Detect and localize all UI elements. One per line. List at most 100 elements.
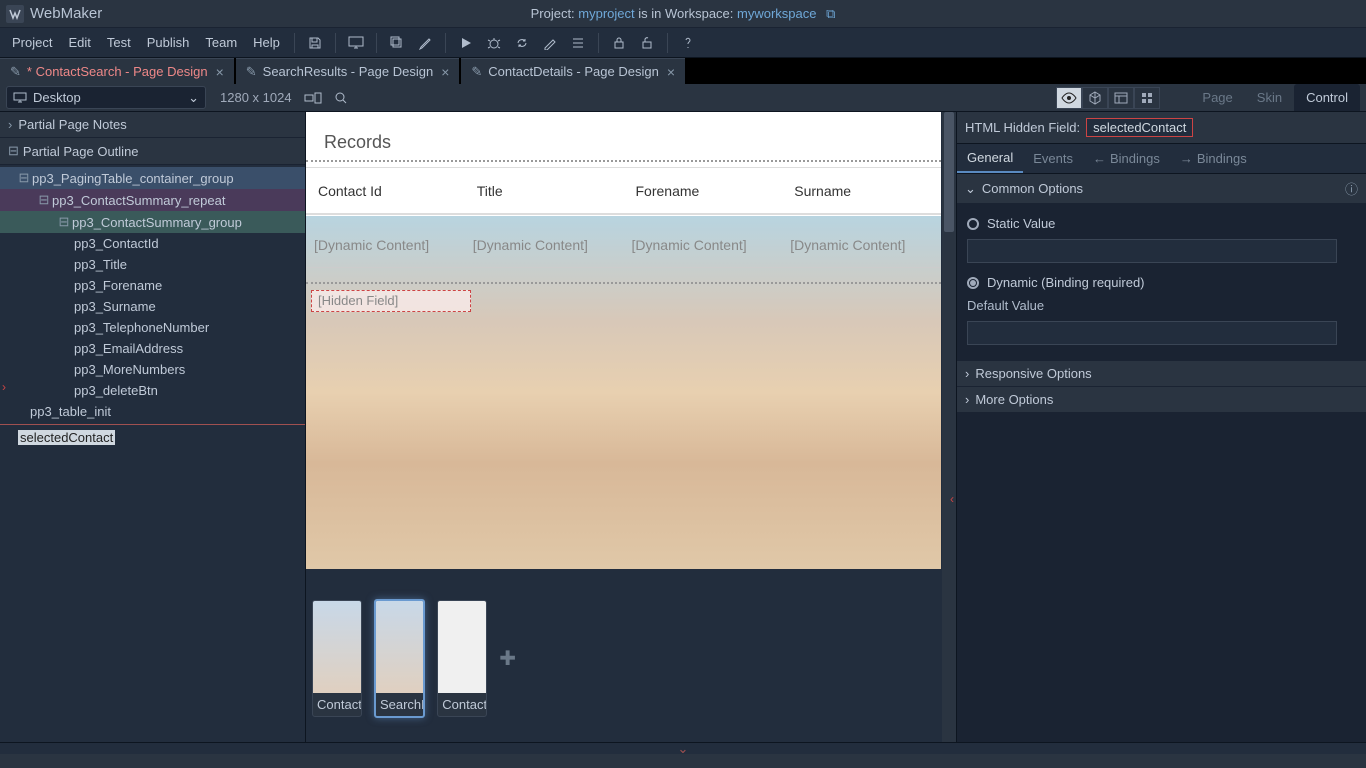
static-value-input[interactable] xyxy=(967,239,1337,263)
close-icon[interactable]: × xyxy=(667,64,675,80)
tab-events[interactable]: Events xyxy=(1023,145,1083,172)
separator xyxy=(445,33,446,53)
tree-leaf[interactable]: pp3_EmailAddress xyxy=(0,338,305,359)
close-icon[interactable]: × xyxy=(441,64,449,80)
collapse-icon[interactable]: ⊟ xyxy=(38,192,50,208)
section-common-options[interactable]: ⌄ Common Options ⓘ xyxy=(957,174,1366,204)
close-icon[interactable]: × xyxy=(216,64,224,80)
section-more-options[interactable]: › More Options xyxy=(957,387,1366,413)
device-select[interactable]: Desktop ⌄ xyxy=(6,86,206,109)
tab-contactsearch[interactable]: ✎ * ContactSearch - Page Design × xyxy=(0,58,234,84)
thumb-contactdetails[interactable]: ContactDetails xyxy=(437,600,487,717)
column-header[interactable]: Contact Id xyxy=(306,183,465,199)
radio-dynamic-value[interactable]: Dynamic (Binding required) xyxy=(967,271,1356,294)
tree-label: pp3_MoreNumbers xyxy=(74,362,185,377)
scrollbar-thumb[interactable] xyxy=(944,112,954,232)
collapse-icon[interactable]: ⊟ xyxy=(58,214,70,230)
thumb-contactsearch[interactable]: ContactSearch xyxy=(312,600,362,717)
brush-icon[interactable] xyxy=(413,31,437,55)
vertical-scrollbar[interactable] xyxy=(942,112,956,754)
menu-help[interactable]: Help xyxy=(245,31,288,54)
tab-label: Bindings xyxy=(1197,151,1247,166)
project-info[interactable]: Project: myproject is in Workspace: mywo… xyxy=(531,6,836,22)
refresh-icon[interactable] xyxy=(510,31,534,55)
chevron-right-icon: › xyxy=(965,392,969,407)
tab-contactdetails[interactable]: ✎ ContactDetails - Page Design × xyxy=(461,58,685,84)
bottom-collapse-bar[interactable]: ⌄ xyxy=(0,742,1366,754)
tab-control[interactable]: Control xyxy=(1294,84,1360,111)
section-partial-page-notes[interactable]: › Partial Page Notes xyxy=(0,112,305,138)
tree-node-table-init[interactable]: pp3_table_init xyxy=(0,401,305,422)
layout-guide xyxy=(306,282,941,284)
view-3d-icon[interactable] xyxy=(1082,87,1108,109)
section-partial-page-outline[interactable]: ⊟ Partial Page Outline xyxy=(0,138,305,165)
view-grid-icon[interactable] xyxy=(1134,87,1160,109)
monitor-icon[interactable] xyxy=(344,31,368,55)
debug-icon[interactable] xyxy=(482,31,506,55)
document-tab-bar: ✎ * ContactSearch - Page Design × ✎ Sear… xyxy=(0,58,1366,84)
list-icon[interactable] xyxy=(566,31,590,55)
column-header[interactable]: Forename xyxy=(624,183,783,199)
design-surface[interactable]: Records Contact Id Title Forename Surnam… xyxy=(306,112,941,569)
add-page-icon[interactable]: ✚ xyxy=(499,646,516,671)
tree-label: pp3_Surname xyxy=(74,299,156,314)
tab-skin[interactable]: Skin xyxy=(1245,84,1294,111)
radio-icon[interactable] xyxy=(967,277,979,289)
tree-leaf[interactable]: pp3_Forename xyxy=(0,275,305,296)
default-value-input[interactable] xyxy=(967,321,1337,345)
arrow-left-icon: ← xyxy=(1093,151,1106,166)
radio-static-value[interactable]: Static Value xyxy=(967,212,1356,235)
tree-node-container-group[interactable]: ⊟pp3_PagingTable_container_group xyxy=(0,167,305,189)
outline-tree: ⊟pp3_PagingTable_container_group ⊟pp3_Co… xyxy=(0,165,305,450)
tree-leaf[interactable]: pp3_TelephoneNumber xyxy=(0,317,305,338)
tree-node-selected-contact[interactable]: selectedContact xyxy=(0,427,305,448)
tab-bindings-out[interactable]: → Bindings xyxy=(1170,145,1257,172)
play-icon[interactable] xyxy=(454,31,478,55)
tree-leaf[interactable]: pp3_Surname xyxy=(0,296,305,317)
tree-leaf[interactable]: pp3_Title xyxy=(0,254,305,275)
section-responsive-options[interactable]: › Responsive Options xyxy=(957,361,1366,387)
tab-bindings-in[interactable]: ←Bindings xyxy=(1083,145,1170,172)
view-preview-icon[interactable] xyxy=(1056,87,1082,109)
lock-icon[interactable] xyxy=(607,31,631,55)
tree-node-repeat[interactable]: ⊟pp3_ContactSummary_repeat xyxy=(0,189,305,211)
edit-icon[interactable] xyxy=(538,31,562,55)
radio-icon[interactable] xyxy=(967,218,979,230)
unlock-icon[interactable] xyxy=(635,31,659,55)
hidden-field-element[interactable]: [Hidden Field] xyxy=(311,290,471,312)
info-icon[interactable]: ⓘ xyxy=(1345,179,1358,198)
arrow-right-icon: → xyxy=(1180,151,1193,166)
view-layout-icon[interactable] xyxy=(1108,87,1134,109)
app-name: WebMaker xyxy=(30,5,102,22)
main-area: › Partial Page Notes ⊟ Partial Page Outl… xyxy=(0,112,1366,754)
help-icon[interactable] xyxy=(676,31,700,55)
menu-project[interactable]: Project xyxy=(4,31,60,54)
external-link-icon[interactable]: ⧉ xyxy=(826,6,835,21)
save-icon[interactable] xyxy=(303,31,327,55)
control-field-name[interactable]: selectedContact xyxy=(1086,118,1193,137)
table-row[interactable]: [Dynamic Content] [Dynamic Content] [Dyn… xyxy=(306,227,941,263)
copy-icon[interactable] xyxy=(385,31,409,55)
column-header[interactable]: Title xyxy=(465,183,624,199)
sub-toolbar: Desktop ⌄ 1280 x 1024 Page Skin Control xyxy=(0,84,1366,112)
tree-leaf[interactable]: pp3_deleteBtn xyxy=(0,380,305,401)
tab-searchresults[interactable]: ✎ SearchResults - Page Design × xyxy=(236,58,460,84)
page-icon: ✎ xyxy=(246,64,257,80)
column-header[interactable]: Surname xyxy=(782,183,941,199)
menu-team[interactable]: Team xyxy=(197,31,245,54)
sub-toolbar-left: Desktop ⌄ 1280 x 1024 xyxy=(6,86,348,109)
collapse-icon[interactable]: ⊟ xyxy=(18,170,30,186)
tree-leaf[interactable]: pp3_MoreNumbers xyxy=(0,359,305,380)
menu-publish[interactable]: Publish xyxy=(139,31,198,54)
monitor-icon xyxy=(13,92,27,104)
tree-leaf[interactable]: pp3_ContactId xyxy=(0,233,305,254)
orientation-icon[interactable] xyxy=(304,92,322,104)
tree-node-group[interactable]: ⊟pp3_ContactSummary_group xyxy=(0,211,305,233)
menu-edit[interactable]: Edit xyxy=(60,31,98,54)
tab-general[interactable]: General xyxy=(957,144,1023,173)
menu-test[interactable]: Test xyxy=(99,31,139,54)
tab-page[interactable]: Page xyxy=(1190,84,1244,111)
separator xyxy=(376,33,377,53)
thumb-searchresults[interactable]: SearchResults xyxy=(374,599,425,718)
zoom-icon[interactable] xyxy=(334,91,348,105)
